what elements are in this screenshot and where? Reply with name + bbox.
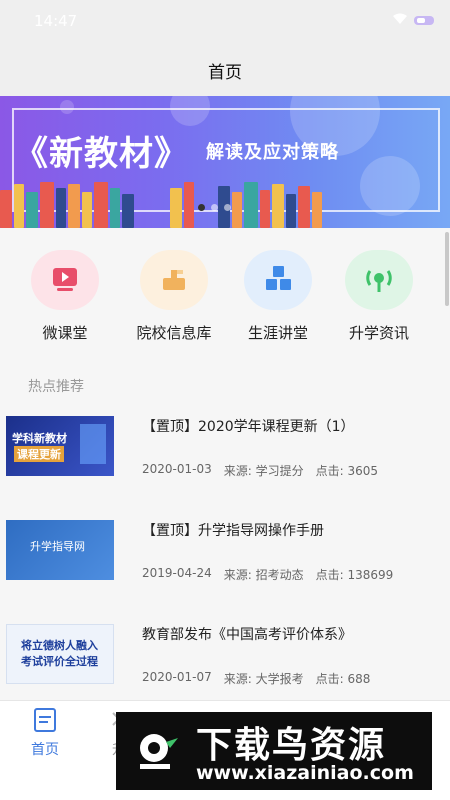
news-source: 来源: 招考动态 [223, 568, 304, 582]
news-title: 【置顶】2020学年课程更新（1） [142, 419, 355, 435]
watermark-brand: 下载鸟资源 [196, 725, 387, 766]
promo-banner[interactable]: 《新教材》 解读及应对策略 [0, 96, 450, 228]
news-source: 来源: 大学报考 [223, 672, 304, 686]
banner-headline: 《新教材》 [14, 134, 189, 174]
status-time: 14:47 [34, 12, 78, 30]
news-clicks: 点击: 138699 [315, 568, 394, 582]
news-item[interactable]: 升学指导网 【置顶】升学指导网操作手册 2019-04-24 来源: 招考动态 … [0, 520, 450, 618]
category-label: 升学资讯 [348, 324, 409, 342]
category-item-micro-class[interactable]: 微课堂 [15, 250, 115, 343]
news-title: 教育部发布《中国高考评价体系》 [142, 627, 352, 643]
news-title: 【置顶】升学指导网操作手册 [142, 523, 324, 539]
category-label: 院校信息库 [136, 324, 212, 342]
news-item[interactable]: 学科新教材 课程更新 【置顶】2020学年课程更新（1） 2020-01-03 … [0, 416, 450, 514]
header-bar: 首页 [0, 40, 450, 96]
watermark-bird-logo [140, 734, 178, 769]
news-thumbnail: 升学指导网 [6, 520, 114, 580]
battery-icon [414, 16, 434, 25]
category-label: 微课堂 [42, 324, 88, 342]
home-doc-icon [34, 708, 56, 732]
news-thumbnail: 将立德树人融入 考试评价全过程 [6, 624, 114, 684]
news-meta: 2020-01-07 来源: 大学报考 点击: 688 [142, 670, 382, 687]
watermark-url: www.xiazainiao.com [196, 762, 414, 784]
thumb-text: 学科新教材 [12, 432, 67, 445]
scrollbar[interactable] [445, 232, 449, 306]
school-icon [140, 250, 208, 310]
news-thumbnail: 学科新教材 课程更新 [6, 416, 114, 476]
wifi-icon [393, 13, 407, 24]
banner-dot[interactable] [211, 204, 218, 211]
category-grid: 微课堂 院校信息库 生涯讲堂 升学资讯 [0, 228, 450, 368]
video-play-icon [31, 250, 99, 310]
thumb-text: 升学指导网 [30, 540, 85, 553]
banner-dot[interactable] [224, 204, 231, 211]
cubes-icon [244, 250, 312, 310]
news-clicks: 点击: 3605 [315, 464, 379, 478]
news-date: 2020-01-07 [142, 670, 212, 684]
thumb-text: 考试评价全过程 [21, 655, 98, 668]
news-meta: 2020-01-03 来源: 学习提分 点击: 3605 [142, 462, 390, 479]
broadcast-icon [345, 250, 413, 310]
category-item-admission-news[interactable]: 升学资讯 [329, 250, 429, 343]
banner-subtitle: 解读及应对策略 [206, 142, 339, 163]
page-title: 首页 [208, 63, 242, 83]
banner-books-illustration [0, 178, 450, 228]
banner-pagination[interactable] [198, 204, 231, 211]
news-date: 2019-04-24 [142, 566, 212, 580]
news-source: 来源: 学习提分 [223, 464, 304, 478]
category-item-career-lectures[interactable]: 生涯讲堂 [228, 250, 328, 343]
main-content: 微课堂 院校信息库 生涯讲堂 升学资讯 热点推荐 学科新教材 课程更新 【置顶】… [0, 228, 450, 700]
status-bar: 14:47 [0, 0, 450, 40]
news-meta: 2019-04-24 来源: 招考动态 点击: 138699 [142, 566, 405, 583]
category-label: 生涯讲堂 [247, 324, 308, 342]
watermark-overlay: 下载鸟资源 www.xiazainiao.com [116, 712, 432, 790]
category-item-school-db[interactable]: 院校信息库 [124, 250, 224, 343]
thumb-text: 将立德树人融入 [21, 639, 98, 652]
news-date: 2020-01-03 [142, 462, 212, 476]
section-title-hot: 热点推荐 [28, 379, 84, 395]
banner-dot[interactable] [198, 204, 205, 211]
thumb-text: 课程更新 [14, 446, 64, 462]
news-clicks: 点击: 688 [315, 672, 371, 686]
